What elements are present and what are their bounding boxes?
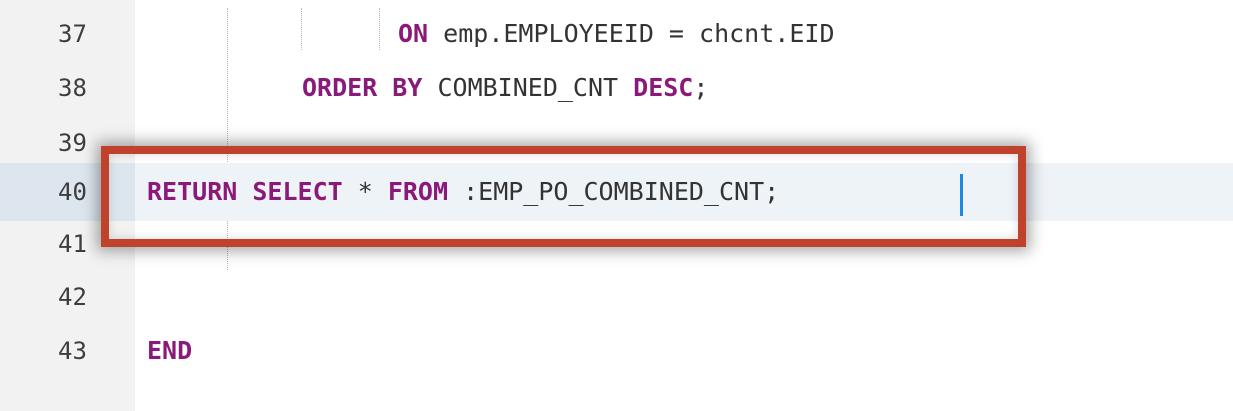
code-text: END	[147, 322, 192, 380]
keyword-token: DESC	[633, 73, 694, 102]
line-number: 40	[0, 163, 135, 221]
code-token: COMBINED_CNT	[422, 73, 634, 102]
line-number: 41	[58, 230, 87, 258]
line-number: 38	[58, 74, 87, 102]
code-line[interactable]: 38 ORDER BY COMBINED_CNT DESC;	[0, 59, 1233, 117]
code-editor[interactable]: 37 ON emp.EMPLOYEEID = chcnt.EID 38 ORDE…	[0, 0, 1233, 411]
text-cursor	[960, 174, 963, 216]
code-line[interactable]: 42	[0, 268, 1233, 326]
line-number: 37	[58, 20, 87, 48]
code-text: RETURN SELECT * FROM :EMP_PO_COMBINED_CN…	[147, 163, 779, 221]
keyword-token: ON	[398, 19, 429, 48]
code-text: ORDER BY COMBINED_CNT DESC;	[302, 59, 708, 117]
line-number: 43	[58, 337, 87, 365]
keyword-token: END	[147, 336, 193, 365]
code-line[interactable]: 43 END	[0, 322, 1233, 380]
keyword-token: ORDER BY	[302, 73, 423, 102]
code-line-current[interactable]: 40 RETURN SELECT * FROM :EMP_PO_COMBINED…	[0, 163, 1233, 221]
keyword-token: FROM	[387, 177, 449, 206]
code-text: ON emp.EMPLOYEEID = chcnt.EID	[398, 5, 835, 63]
code-token: :EMP_PO_COMBINED_CNT;	[448, 177, 780, 206]
code-token: emp.EMPLOYEEID = chcnt.EID	[428, 19, 835, 48]
code-token: ;	[693, 73, 709, 102]
line-number: 42	[58, 283, 87, 311]
keyword-token: RETURN SELECT	[147, 177, 343, 206]
code-line[interactable]: 37 ON emp.EMPLOYEEID = chcnt.EID	[0, 5, 1233, 63]
code-token: *	[342, 177, 388, 206]
code-line[interactable]: 41	[0, 215, 1233, 273]
